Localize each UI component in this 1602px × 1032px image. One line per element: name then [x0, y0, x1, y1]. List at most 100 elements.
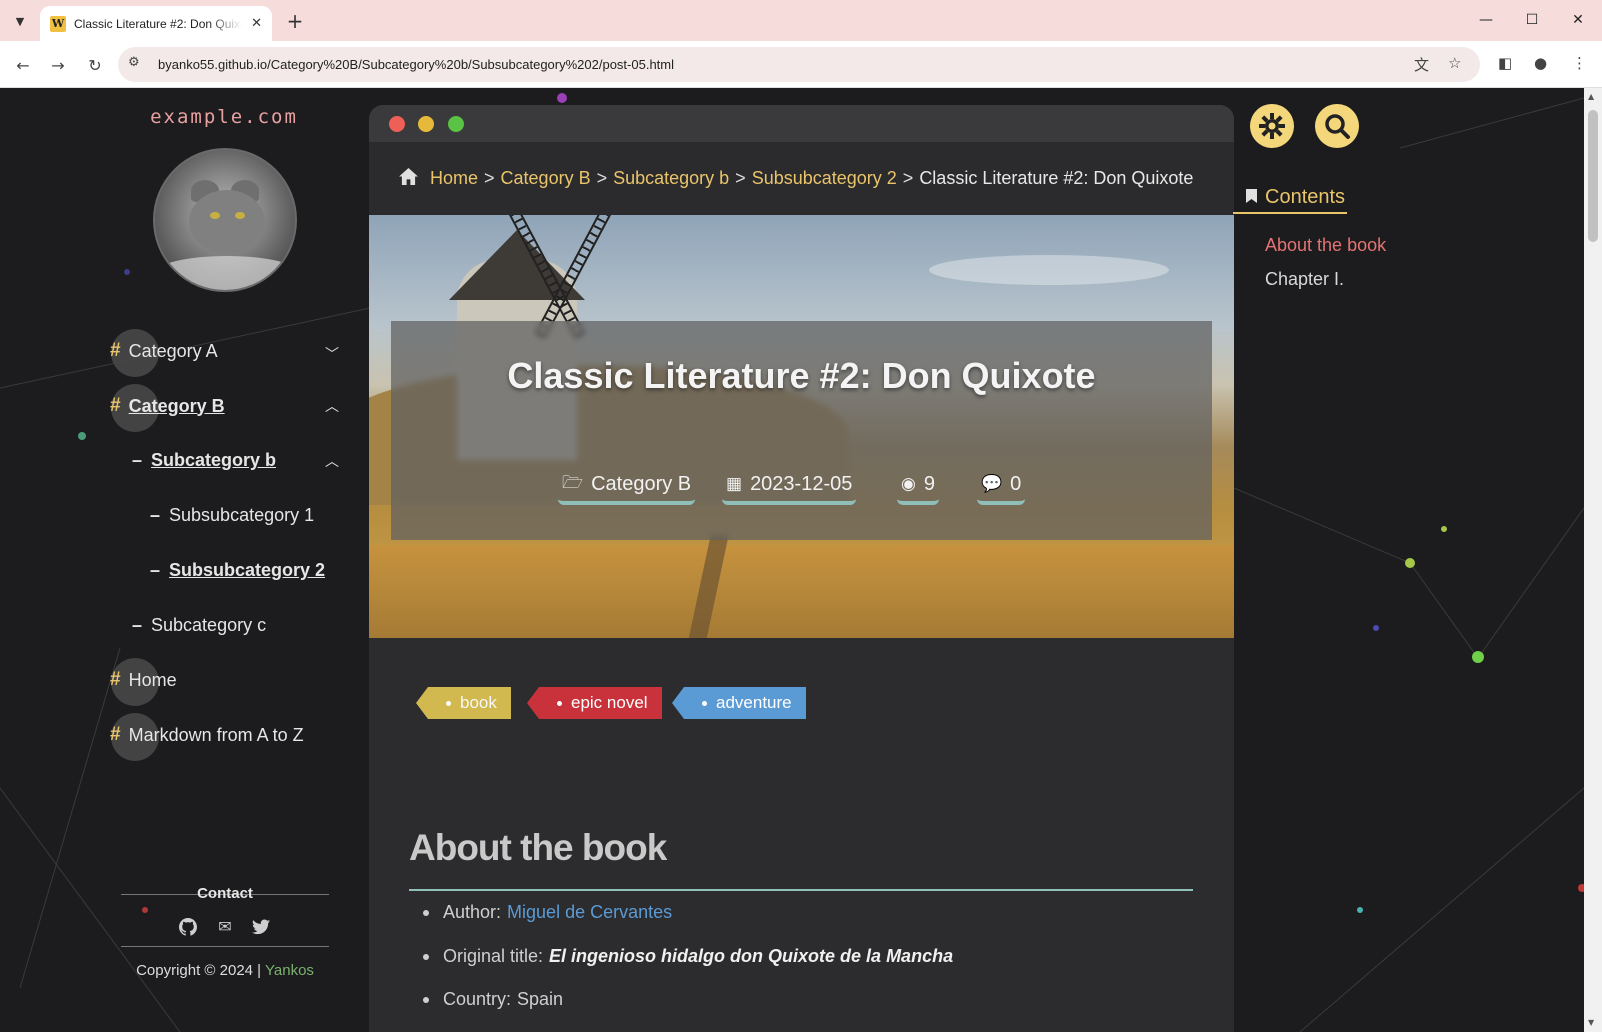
- breadcrumb-separator: >: [484, 168, 495, 188]
- tag-dot-icon: [702, 700, 707, 706]
- chevron-up-icon[interactable]: ︿: [325, 396, 339, 416]
- reload-button[interactable]: ↻: [82, 52, 108, 78]
- post-title: Classic Literature #2: Don Quixote: [507, 355, 1096, 396]
- meta-views-text: 9: [923, 472, 935, 495]
- github-icon[interactable]: [179, 918, 197, 936]
- author-link[interactable]: Yankos: [265, 962, 314, 979]
- close-window-button[interactable]: ✕: [1563, 8, 1593, 32]
- breadcrumb-separator: >: [596, 168, 608, 188]
- divider: [121, 946, 329, 947]
- tab-search-button[interactable]: ▼: [8, 9, 32, 33]
- hash-icon: #: [110, 669, 121, 690]
- yellow-dot-icon: [418, 116, 434, 132]
- search-button[interactable]: [1315, 104, 1359, 148]
- address-bar[interactable]: ⚙ byanko55.github.io/Category%20B/Subcat…: [118, 47, 1480, 82]
- comment-icon: 💬: [981, 474, 1003, 493]
- meta-date: ▦ 2023-12-05: [722, 471, 857, 505]
- sidebar-item-label: Subcategory b: [151, 450, 277, 470]
- contact-title: Contact: [197, 885, 253, 902]
- chevron-up-icon[interactable]: ︿: [325, 451, 339, 471]
- avatar: [153, 148, 297, 292]
- bookmark-icon: [1246, 188, 1257, 206]
- maximize-button[interactable]: ☐: [1517, 8, 1547, 32]
- tab-close-icon[interactable]: ✕: [251, 16, 262, 31]
- tag-label: epic novel: [571, 693, 648, 712]
- tag-epic-novel[interactable]: epic novel: [527, 687, 662, 719]
- tag-book[interactable]: book: [416, 687, 511, 719]
- sidebar-item-label: Category A: [128, 340, 218, 361]
- scroll-up-icon[interactable]: ▲: [1588, 92, 1594, 101]
- tab-title: Classic Literature #2: Don Quixote: [74, 16, 242, 31]
- sidebar-item-label: Home: [128, 669, 177, 690]
- tag-dot-icon: [557, 700, 562, 706]
- forward-button[interactable]: →: [45, 52, 71, 78]
- new-tab-button[interactable]: +: [283, 9, 307, 33]
- tag-label: adventure: [716, 693, 792, 712]
- eye-icon: ◉: [901, 474, 916, 493]
- menu-icon[interactable]: ⋮: [1572, 54, 1587, 72]
- meta-comments[interactable]: 💬 0: [977, 471, 1026, 505]
- list-item-label: Original title:: [443, 946, 544, 966]
- site-info-icon[interactable]: ⚙: [128, 55, 140, 70]
- breadcrumb-current: Classic Literature #2: Don Quixote: [919, 168, 1194, 188]
- card-titlebar: [369, 105, 1234, 142]
- author-link[interactable]: Miguel de Cervantes: [507, 902, 672, 923]
- sidebar: example.com # Category A ﹀ # Category B …: [0, 88, 370, 1032]
- breadcrumb-subsubcategory-2[interactable]: Subsubcategory 2: [752, 168, 897, 189]
- page-scrollbar[interactable]: ▲ ▼: [1584, 88, 1602, 1032]
- search-icon: [1325, 114, 1350, 139]
- gear-icon: [1259, 113, 1285, 139]
- back-button[interactable]: ←: [10, 52, 36, 78]
- sidebar-item-subcategory-b[interactable]: – Subcategory b: [132, 450, 276, 471]
- bullet-icon: [423, 909, 429, 916]
- translate-icon[interactable]: 文: [1414, 54, 1429, 75]
- browser-toolbar: ← → ↻ ⚙ byanko55.github.io/Category%20B/…: [0, 41, 1602, 88]
- meta-comments-text: 0: [1010, 472, 1022, 495]
- breadcrumb-home[interactable]: Home: [430, 168, 478, 189]
- home-icon[interactable]: [399, 167, 418, 190]
- sidebar-item-category-a[interactable]: # Category A: [110, 340, 218, 362]
- bullet-icon: [423, 953, 429, 960]
- sidebar-item-subsubcategory-2[interactable]: – Subsubcategory 2: [150, 560, 325, 581]
- side-panel-icon[interactable]: ◧: [1498, 54, 1512, 72]
- breadcrumb-subcategory-b[interactable]: Subcategory b: [613, 168, 729, 189]
- meta-date-text: 2023-12-05: [750, 472, 853, 495]
- meta-category[interactable]: 🗁 Category B: [558, 471, 696, 505]
- theme-toggle-button[interactable]: [1250, 104, 1294, 148]
- sidebar-item-subcategory-c[interactable]: – Subcategory c: [132, 615, 266, 636]
- hash-icon: #: [110, 395, 121, 416]
- sidebar-item-label: Markdown from A to Z: [128, 724, 304, 745]
- tag-adventure[interactable]: adventure: [672, 687, 806, 719]
- red-dot-icon: [389, 116, 405, 132]
- tag-dot-icon: [446, 700, 451, 706]
- sidebar-item-markdown[interactable]: # Markdown from A to Z: [110, 724, 304, 746]
- page-viewport: example.com # Category A ﹀ # Category B …: [0, 88, 1584, 1032]
- scroll-down-icon[interactable]: ▼: [1588, 1018, 1594, 1027]
- scroll-thumb[interactable]: [1588, 110, 1598, 242]
- section-rule: [409, 889, 1193, 891]
- bullet-icon: [423, 996, 429, 1003]
- sidebar-item-label: Subcategory c: [151, 615, 267, 635]
- breadcrumb-category-b[interactable]: Category B: [501, 168, 591, 189]
- twitter-icon[interactable]: [252, 918, 270, 936]
- sidebar-item-category-b[interactable]: # Category B: [110, 395, 225, 417]
- chevron-down-icon[interactable]: ﹀: [325, 344, 339, 364]
- toc-item-chapter-1[interactable]: Chapter I.: [1265, 269, 1344, 290]
- bookmark-star-icon[interactable]: ☆: [1448, 54, 1461, 72]
- dash-icon: –: [132, 450, 143, 470]
- hash-icon: #: [110, 340, 121, 361]
- browser-tab[interactable]: W Classic Literature #2: Don Quixote ✕: [40, 6, 272, 41]
- toc-item-about[interactable]: About the book: [1265, 235, 1386, 256]
- minimize-button[interactable]: —: [1471, 8, 1501, 32]
- sidebar-item-label: Subsubcategory 1: [169, 505, 315, 525]
- dash-icon: –: [150, 505, 161, 525]
- profile-icon[interactable]: ●: [1534, 54, 1547, 72]
- hero-overlay: Classic Literature #2: Don Quixote 🗁 Cat…: [391, 321, 1212, 540]
- post-card: Home > Category B > Subcategory b > Subs…: [369, 105, 1234, 1032]
- sidebar-item-home[interactable]: # Home: [110, 669, 177, 691]
- dash-icon: –: [150, 560, 161, 580]
- meta-category-text: Category B: [591, 472, 692, 495]
- sidebar-item-label: Category B: [128, 395, 225, 416]
- envelope-icon[interactable]: ✉: [216, 918, 234, 936]
- sidebar-item-subsubcategory-1[interactable]: – Subsubcategory 1: [150, 505, 314, 526]
